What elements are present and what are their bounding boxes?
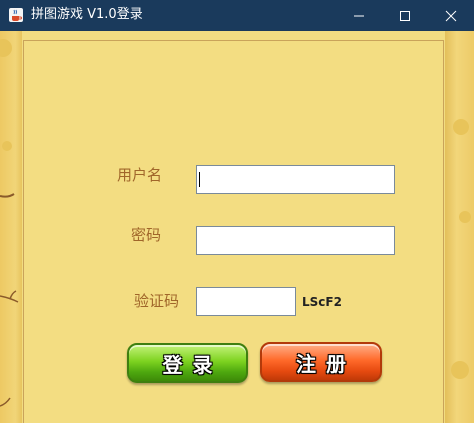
minimize-button[interactable] (336, 0, 382, 31)
minimize-icon (354, 15, 364, 16)
login-button[interactable]: 登录 (127, 343, 248, 383)
title-bar[interactable]: 拼图游戏 V1.0登录 (0, 0, 474, 31)
captcha-field[interactable] (196, 287, 296, 316)
background-decoration-right (445, 31, 474, 423)
java-coffee-icon (9, 8, 23, 22)
login-content: 用户名 密码 验证码 LScF2 登录 注册 (0, 31, 474, 423)
password-field[interactable] (196, 226, 395, 255)
captcha-code[interactable]: LScF2 (302, 295, 342, 309)
login-window: 拼图游戏 V1.0登录 用户名 密码 验证码 LScF2 登录 注册 (0, 0, 474, 423)
close-button[interactable] (428, 0, 474, 31)
password-label: 密码 (131, 226, 162, 244)
branch-decoration (0, 193, 19, 407)
register-button[interactable]: 注册 (260, 342, 382, 382)
window-title: 拼图游戏 V1.0登录 (31, 7, 143, 22)
close-icon (445, 10, 457, 21)
background-decoration-left (0, 31, 22, 423)
username-label: 用户名 (117, 166, 163, 184)
maximize-button[interactable] (382, 0, 428, 31)
text-caret (199, 172, 200, 187)
username-field[interactable] (196, 165, 395, 194)
maximize-icon (400, 10, 410, 21)
captcha-label: 验证码 (134, 292, 180, 310)
